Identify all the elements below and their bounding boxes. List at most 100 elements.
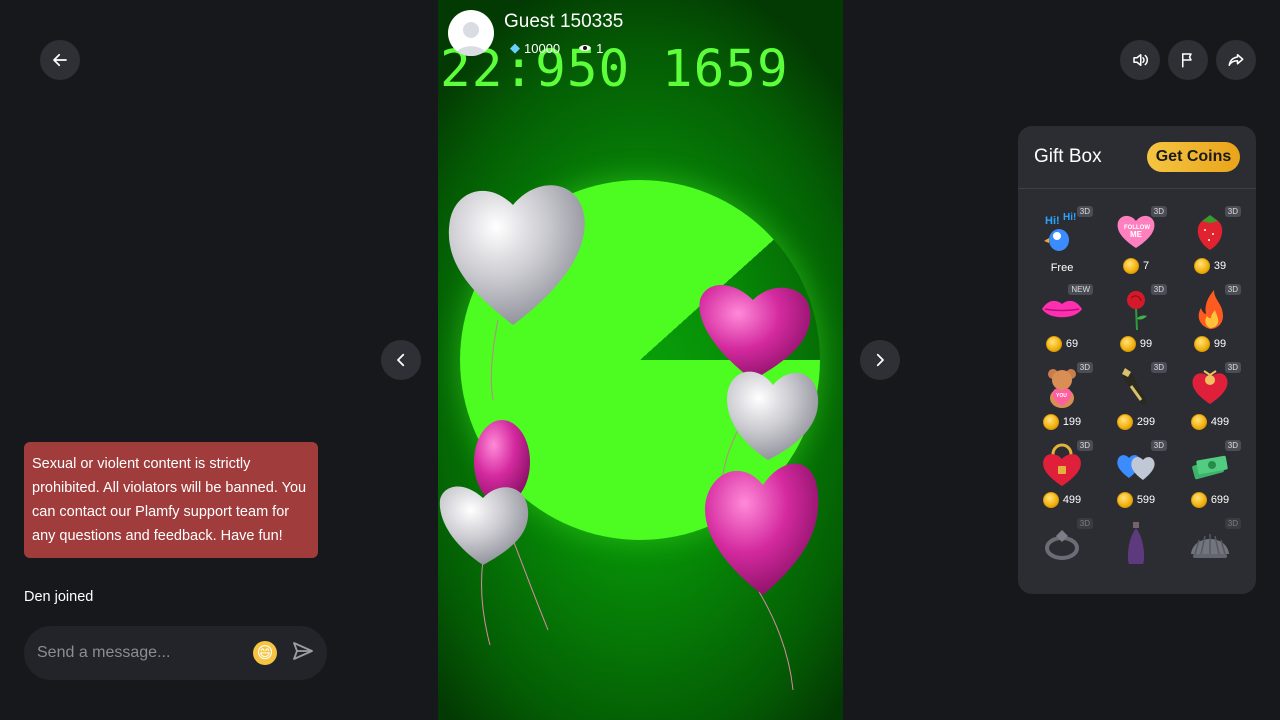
gift-price: 99 <box>1193 336 1227 352</box>
gift-badge: 3D <box>1224 206 1241 217</box>
smile-emoji-icon: 😄 <box>256 645 274 662</box>
previous-stream-button[interactable] <box>381 340 421 380</box>
gift-price: 99 <box>1119 336 1153 352</box>
back-button[interactable] <box>40 40 80 80</box>
gift-price: 499 <box>1042 492 1082 508</box>
gift-badge: 3D <box>1224 440 1241 451</box>
gift-badge: 3D <box>1076 440 1093 451</box>
svg-text:Hi!: Hi! <box>1045 215 1060 227</box>
gift-item[interactable]: 3D 599 <box>1099 438 1173 512</box>
gift-item[interactable]: 3D 499 <box>1025 438 1099 512</box>
gift-item[interactable]: 3D 99 <box>1099 282 1173 356</box>
diamond-count: 10000 <box>524 40 561 56</box>
gift-price-value: Free <box>1050 262 1074 274</box>
gift-price-value: 99 <box>1213 338 1227 350</box>
default-user-icon <box>455 22 487 56</box>
gift-price-value: 69 <box>1065 338 1079 350</box>
coin-icon <box>1190 492 1207 508</box>
join-message: Den joined <box>24 589 94 605</box>
gift-price-value: 699 <box>1210 494 1230 506</box>
eye-icon <box>579 45 592 51</box>
gift-badge: 3D <box>1150 362 1167 373</box>
share-icon <box>1228 54 1244 66</box>
gift-box-title: Gift Box <box>1034 146 1102 167</box>
coin-icon <box>1122 258 1139 274</box>
gift-price: 499 <box>1190 414 1230 430</box>
gift-item[interactable]: NEW 69 <box>1025 282 1099 356</box>
next-stream-button[interactable] <box>860 340 900 380</box>
gift-item[interactable]: 3D 699 <box>1173 438 1247 512</box>
get-coins-button[interactable]: Get Coins <box>1147 142 1240 172</box>
gift-badge: 3D <box>1150 440 1167 451</box>
svg-text:ME: ME <box>1130 230 1143 239</box>
gift-price: Free <box>1051 262 1074 274</box>
gift-price: 39 <box>1193 258 1227 274</box>
gift-price-value: 39 <box>1213 260 1227 272</box>
diamond-icon: ◆ <box>510 40 520 55</box>
gift-price: 299 <box>1116 414 1156 430</box>
flag-icon <box>1182 53 1192 68</box>
gift-item[interactable]: 3D <box>1173 516 1247 590</box>
gift-badge: NEW <box>1068 284 1093 295</box>
coin-icon <box>1193 258 1210 274</box>
host-name[interactable]: Guest 150335 <box>504 11 623 33</box>
balloons-animation <box>439 185 819 691</box>
svg-text:YOU: YOU <box>1056 393 1067 399</box>
gift-badge: 3D <box>1224 362 1241 373</box>
live-stream-video: 22:950 1659 <box>438 0 843 720</box>
gift-badge: 3D <box>1224 284 1241 295</box>
gift-box-panel: Gift Box Get Coins 3D Hi! Hi! Free 3D FOLLOW M… <box>1018 126 1256 594</box>
gift-price-value: 299 <box>1136 416 1156 428</box>
arrow-left-icon <box>53 53 67 67</box>
gift-price: 69 <box>1045 336 1079 352</box>
gift-badge: 3D <box>1224 518 1241 529</box>
gift-grid: 3D Hi! Hi! Free 3D FOLLOW ME 7 3D 39 NEW 69 3D 99 3D 99… <box>1025 204 1249 590</box>
gift-badge: 3D <box>1150 206 1167 217</box>
gift-price: 7 <box>1122 258 1149 274</box>
perfume-icon <box>1113 520 1159 566</box>
viewer-count: 1 <box>596 40 604 56</box>
host-avatar[interactable] <box>448 10 494 56</box>
share-button[interactable] <box>1216 40 1256 80</box>
gift-price-value: 99 <box>1139 338 1153 350</box>
gift-badge: 3D <box>1150 284 1167 295</box>
speaker-icon <box>1133 54 1148 66</box>
coin-icon <box>1042 414 1059 430</box>
gift-item[interactable]: 3D FOLLOW ME 7 <box>1099 204 1173 278</box>
emoji-button[interactable]: 😄 <box>253 641 277 665</box>
gift-price-value: 499 <box>1210 416 1230 428</box>
gift-price: 599 <box>1116 492 1156 508</box>
gift-badge: 3D <box>1076 362 1093 373</box>
gift-item[interactable]: 3D 499 <box>1173 360 1247 434</box>
gift-box-divider <box>1018 188 1256 189</box>
gift-price: 199 <box>1042 414 1082 430</box>
gift-item[interactable]: 3D 99 <box>1173 282 1247 356</box>
gift-badge: 3D <box>1076 518 1093 529</box>
chevron-left-icon <box>397 353 405 367</box>
coin-icon <box>1045 336 1062 352</box>
send-icon <box>293 641 313 660</box>
gift-item[interactable]: 3D <box>1025 516 1099 590</box>
report-button[interactable] <box>1168 40 1208 80</box>
coin-icon <box>1116 414 1133 430</box>
gift-item[interactable]: 3D 299 <box>1099 360 1173 434</box>
message-input[interactable] <box>37 644 253 662</box>
chevron-right-icon <box>876 353 884 367</box>
gift-price-value: 499 <box>1062 494 1082 506</box>
gift-item[interactable]: 3D Hi! Hi! Free <box>1025 204 1099 278</box>
gift-item[interactable]: 3D YOU 199 <box>1025 360 1099 434</box>
coin-icon <box>1116 492 1133 508</box>
coin-icon <box>1190 414 1207 430</box>
gift-price-value: 199 <box>1062 416 1082 428</box>
coin-icon <box>1119 336 1136 352</box>
gift-badge: 3D <box>1076 206 1093 217</box>
coin-icon <box>1042 492 1059 508</box>
gift-item[interactable] <box>1099 516 1173 590</box>
message-composer: 😄 <box>24 626 327 680</box>
gift-price-value: 599 <box>1136 494 1156 506</box>
gift-price: 699 <box>1190 492 1230 508</box>
sound-button[interactable] <box>1120 40 1160 80</box>
gift-item[interactable]: 3D 39 <box>1173 204 1247 278</box>
send-button[interactable] <box>291 639 315 668</box>
host-stats: ◆ 10000 1 <box>510 40 615 56</box>
